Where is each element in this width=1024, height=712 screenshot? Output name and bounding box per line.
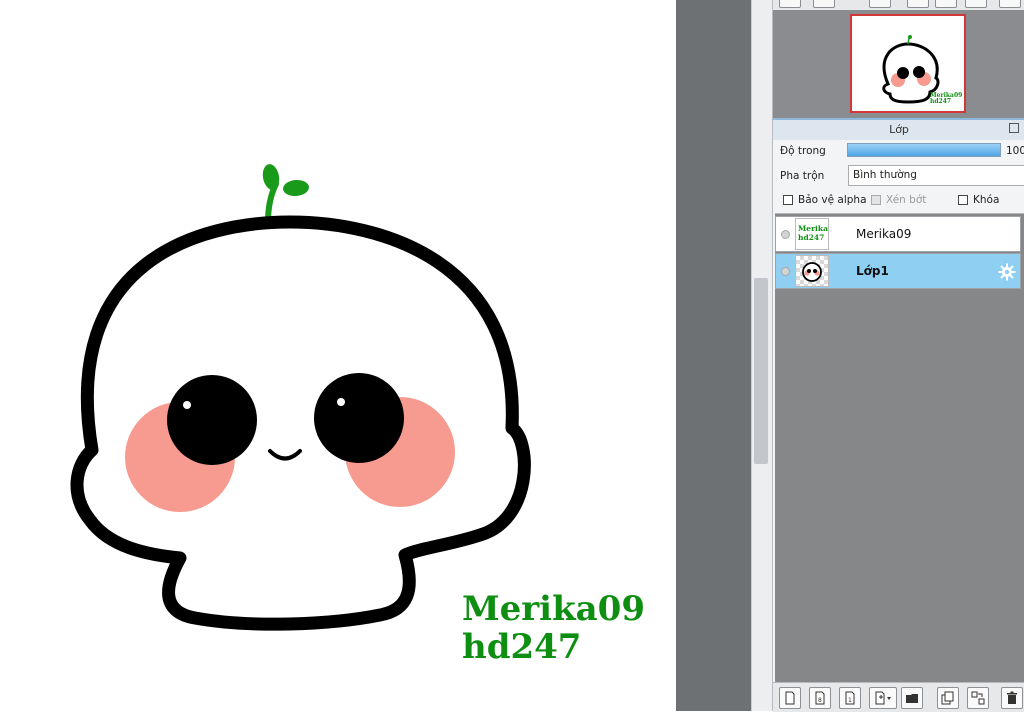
navigator-preview[interactable]: Merika09 hd247 [850, 14, 966, 113]
svg-text:1: 1 [848, 697, 852, 704]
svg-text:hd247: hd247 [930, 98, 951, 105]
checkbox-icon [871, 195, 881, 205]
duplicate-icon [941, 691, 954, 705]
navigator-panel[interactable]: Merika09 hd247 [773, 10, 1024, 118]
layer-row[interactable]: Merika09 hd247 Merika09 [775, 216, 1021, 252]
page-1-icon: 1 [845, 691, 855, 705]
expand-icon[interactable] [1009, 123, 1019, 133]
protect-alpha-checkbox[interactable]: Bảo vệ alpha [783, 194, 867, 206]
drawing-canvas[interactable]: Merika09 hd247 [0, 0, 676, 711]
watermark-line2: hd247 [462, 627, 582, 667]
add-layer-menu-button[interactable] [869, 687, 897, 709]
layer-panel-header: Lớp [773, 118, 1024, 140]
layer-list: Merika09 hd247 Merika09 Lớp1 [775, 213, 1024, 682]
opacity-value: 100 [1006, 145, 1024, 157]
delete-layer-button[interactable] [1001, 687, 1023, 709]
sprout-leaf-right [283, 179, 309, 197]
lock-label: Khóa [973, 194, 1000, 206]
layer-thumbnail [795, 255, 829, 287]
new-folder-button[interactable] [901, 687, 923, 709]
side-panel: Merika09 hd247 Lớp Độ trong 100 Pha trộn… [772, 0, 1024, 712]
checkbox-icon [783, 195, 793, 205]
fit-icon[interactable] [869, 0, 891, 8]
layer-thumbnail: Merika09 hd247 [795, 218, 829, 250]
layer-row-selected[interactable]: Lớp1 [775, 253, 1021, 289]
merge-icon [971, 691, 985, 705]
layer-name: Merika09 [856, 227, 912, 241]
zoom-in-icon[interactable] [813, 0, 835, 8]
gear-icon[interactable] [998, 263, 1016, 281]
page-8-icon: 8 [815, 691, 825, 705]
new-page-icon [785, 691, 795, 705]
layer-action-bar: 8 1 [773, 682, 1024, 712]
clipping-checkbox: Xén bớt [871, 194, 926, 206]
layer-panel-title: Lớp [889, 123, 909, 136]
blend-mode-label: Pha trộn [780, 170, 825, 182]
protect-alpha-label: Bảo vệ alpha [798, 194, 867, 206]
eye-right [314, 373, 404, 463]
duplicate-layer-button[interactable] [937, 687, 959, 709]
scrollbar-thumb[interactable] [754, 278, 768, 464]
new-layer-button[interactable] [779, 687, 801, 709]
navigator-thumbnail: Merika09 hd247 [882, 35, 962, 105]
clipping-label: Xén bớt [886, 194, 927, 206]
flip-icon[interactable] [935, 0, 957, 8]
opacity-label: Độ trong [780, 145, 826, 157]
zoom-out-icon[interactable] [779, 0, 801, 8]
new-layer-8bit-button[interactable]: 8 [809, 687, 831, 709]
visibility-icon[interactable] [781, 267, 790, 276]
opacity-slider[interactable] [847, 143, 1001, 157]
new-layer-1bit-button[interactable]: 1 [839, 687, 861, 709]
eye-left [167, 375, 257, 465]
canvas-gutter [676, 0, 751, 711]
svg-text:8: 8 [818, 697, 822, 704]
trash-icon [1007, 691, 1017, 704]
checkbox-icon [958, 195, 968, 205]
lock-checkbox[interactable]: Khóa [958, 194, 999, 206]
merge-layer-button[interactable] [967, 687, 989, 709]
rotate-right-icon[interactable] [965, 0, 987, 8]
layer-name: Lớp1 [856, 264, 889, 278]
add-dropdown-icon [875, 691, 891, 705]
sprout-leaf-left [262, 164, 280, 190]
reset-icon[interactable] [999, 0, 1021, 8]
svg-text:Merika09: Merika09 [798, 224, 828, 233]
rotate-left-icon[interactable] [907, 0, 929, 8]
folder-icon [906, 694, 918, 703]
svg-text:hd247: hd247 [798, 233, 824, 242]
watermark-line1: Merika09 [462, 589, 645, 629]
visibility-icon[interactable] [781, 230, 790, 239]
blend-mode-select[interactable]: Bình thường [848, 165, 1024, 186]
